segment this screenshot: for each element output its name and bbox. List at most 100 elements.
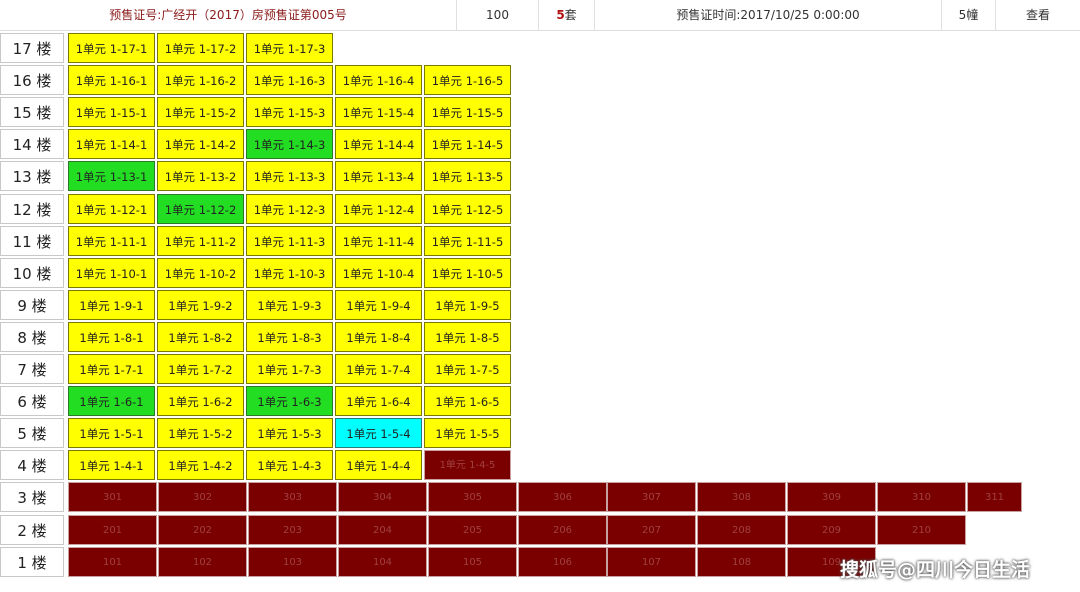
unit-cell[interactable]: 1单元 1-12-2	[157, 194, 244, 224]
unit-cell[interactable]: 1单元 1-7-1	[68, 354, 155, 384]
unit-cell[interactable]: 1单元 1-6-3	[246, 386, 333, 416]
unit-cell[interactable]: 1单元 1-5-3	[246, 418, 333, 448]
unit-cell[interactable]: 107	[607, 547, 696, 577]
unit-cell[interactable]: 1单元 1-4-2	[157, 450, 244, 480]
unit-cell[interactable]: 1单元 1-16-1	[68, 65, 155, 95]
unit-cell[interactable]: 1单元 1-14-3	[246, 129, 333, 159]
unit-cell[interactable]: 307	[607, 482, 696, 512]
unit-cell[interactable]: 1单元 1-8-4	[335, 322, 422, 352]
unit-cell[interactable]: 310	[877, 482, 966, 512]
unit-cell[interactable]: 102	[158, 547, 247, 577]
unit-cell[interactable]: 1单元 1-4-5	[424, 450, 511, 480]
unit-cell[interactable]: 1单元 1-6-5	[424, 386, 511, 416]
unit-cell[interactable]: 1单元 1-14-5	[424, 129, 511, 159]
unit-cell[interactable]: 1单元 1-16-2	[157, 65, 244, 95]
unit-cell[interactable]: 1单元 1-9-5	[424, 290, 511, 320]
unit-cell[interactable]: 1单元 1-11-5	[424, 226, 511, 256]
unit-cell[interactable]: 106	[518, 547, 607, 577]
unit-cell[interactable]: 1单元 1-8-2	[157, 322, 244, 352]
unit-cell[interactable]: 1单元 1-13-4	[335, 161, 422, 191]
unit-cell[interactable]: 1单元 1-16-5	[424, 65, 511, 95]
unit-cell[interactable]: 1单元 1-8-1	[68, 322, 155, 352]
floor-label: 13 楼	[0, 161, 64, 191]
unit-cell[interactable]: 108	[697, 547, 786, 577]
unit-cell[interactable]: 1单元 1-7-4	[335, 354, 422, 384]
unit-cell[interactable]: 308	[697, 482, 786, 512]
unit-cell[interactable]: 103	[248, 547, 337, 577]
unit-cell[interactable]: 203	[248, 515, 337, 545]
unit-cell[interactable]: 1单元 1-6-4	[335, 386, 422, 416]
unit-cell[interactable]: 1单元 1-4-4	[335, 450, 422, 480]
unit-cell[interactable]: 104	[338, 547, 427, 577]
unit-cell[interactable]: 1单元 1-13-2	[157, 161, 244, 191]
unit-cell[interactable]: 1单元 1-13-3	[246, 161, 333, 191]
unit-cell[interactable]: 1单元 1-11-2	[157, 226, 244, 256]
unit-cell[interactable]: 303	[248, 482, 337, 512]
unit-cell[interactable]: 1单元 1-4-3	[246, 450, 333, 480]
unit-cell[interactable]: 210	[877, 515, 966, 545]
unit-cell[interactable]: 1单元 1-13-5	[424, 161, 511, 191]
unit-cell[interactable]: 1单元 1-12-4	[335, 194, 422, 224]
unit-cell[interactable]: 311	[967, 482, 1022, 512]
unit-cell[interactable]: 101	[68, 547, 157, 577]
floor-label: 14 楼	[0, 129, 64, 159]
unit-cell[interactable]: 1单元 1-11-3	[246, 226, 333, 256]
unit-cell[interactable]: 1单元 1-15-5	[424, 97, 511, 127]
unit-cell[interactable]: 1单元 1-7-2	[157, 354, 244, 384]
unit-cell[interactable]: 1单元 1-15-1	[68, 97, 155, 127]
unit-cell[interactable]: 105	[428, 547, 517, 577]
unit-cell[interactable]: 1单元 1-16-4	[335, 65, 422, 95]
unit-cell[interactable]: 1单元 1-10-1	[68, 258, 155, 288]
unit-cell[interactable]: 1单元 1-17-2	[157, 33, 244, 63]
unit-cell[interactable]: 1单元 1-10-3	[246, 258, 333, 288]
unit-cell[interactable]: 1单元 1-7-5	[424, 354, 511, 384]
unit-cell[interactable]: 1单元 1-17-3	[246, 33, 333, 63]
unit-cell[interactable]: 1单元 1-5-4	[335, 418, 422, 448]
unit-cell[interactable]: 1单元 1-11-4	[335, 226, 422, 256]
unit-cell[interactable]: 208	[697, 515, 786, 545]
unit-cell[interactable]: 1单元 1-11-1	[68, 226, 155, 256]
unit-cell[interactable]: 1单元 1-5-1	[68, 418, 155, 448]
unit-cell[interactable]: 1单元 1-4-1	[68, 450, 155, 480]
unit-cell[interactable]: 1单元 1-10-4	[335, 258, 422, 288]
unit-cell[interactable]: 1单元 1-9-1	[68, 290, 155, 320]
unit-cell[interactable]: 1单元 1-5-2	[157, 418, 244, 448]
unit-cell[interactable]: 1单元 1-10-2	[157, 258, 244, 288]
unit-cell[interactable]: 1单元 1-15-3	[246, 97, 333, 127]
unit-cell[interactable]: 1单元 1-9-3	[246, 290, 333, 320]
unit-cell[interactable]: 1单元 1-9-2	[157, 290, 244, 320]
unit-cell[interactable]: 1单元 1-12-1	[68, 194, 155, 224]
unit-cell[interactable]: 1单元 1-12-5	[424, 194, 511, 224]
unit-cell[interactable]: 305	[428, 482, 517, 512]
unit-cell[interactable]: 206	[518, 515, 607, 545]
unit-cell[interactable]: 309	[787, 482, 876, 512]
unit-cell[interactable]: 202	[158, 515, 247, 545]
unit-cell[interactable]: 1单元 1-14-1	[68, 129, 155, 159]
unit-cell[interactable]: 1单元 1-10-5	[424, 258, 511, 288]
unit-cell[interactable]: 204	[338, 515, 427, 545]
unit-cell[interactable]: 302	[158, 482, 247, 512]
unit-cell[interactable]: 1单元 1-7-3	[246, 354, 333, 384]
unit-cell[interactable]: 1单元 1-14-4	[335, 129, 422, 159]
unit-cell[interactable]: 306	[518, 482, 607, 512]
unit-cell[interactable]: 304	[338, 482, 427, 512]
unit-cell[interactable]: 1单元 1-17-1	[68, 33, 155, 63]
unit-cell[interactable]: 1单元 1-12-3	[246, 194, 333, 224]
unit-cell[interactable]: 1单元 1-8-3	[246, 322, 333, 352]
unit-cell[interactable]: 1单元 1-14-2	[157, 129, 244, 159]
view-button[interactable]: 查看	[996, 0, 1080, 30]
unit-cell[interactable]: 201	[68, 515, 157, 545]
unit-cell[interactable]: 209	[787, 515, 876, 545]
unit-cell[interactable]: 1单元 1-15-2	[157, 97, 244, 127]
unit-cell[interactable]: 1单元 1-16-3	[246, 65, 333, 95]
unit-cell[interactable]: 1单元 1-13-1	[68, 161, 155, 191]
unit-cell[interactable]: 207	[607, 515, 696, 545]
unit-cell[interactable]: 1单元 1-6-2	[157, 386, 244, 416]
unit-cell[interactable]: 205	[428, 515, 517, 545]
unit-cell[interactable]: 1单元 1-15-4	[335, 97, 422, 127]
unit-cell[interactable]: 1单元 1-8-5	[424, 322, 511, 352]
unit-cell[interactable]: 1单元 1-9-4	[335, 290, 422, 320]
unit-cell[interactable]: 301	[68, 482, 157, 512]
unit-cell[interactable]: 1单元 1-5-5	[424, 418, 511, 448]
unit-cell[interactable]: 1单元 1-6-1	[68, 386, 155, 416]
